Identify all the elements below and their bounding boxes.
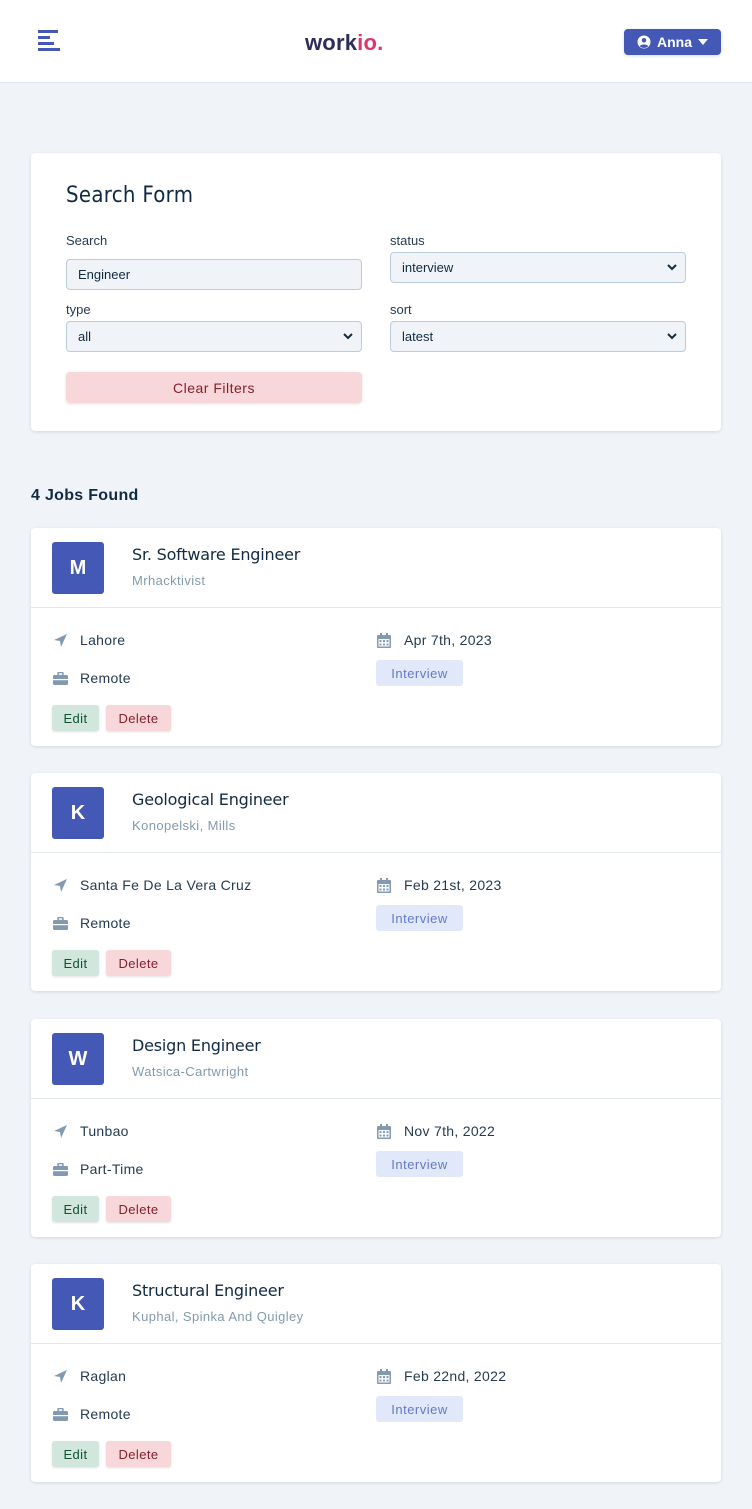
- briefcase-icon: [52, 1407, 68, 1421]
- company-avatar: W: [52, 1033, 104, 1085]
- job-card-header: M Sr. Software Engineer Mrhacktivist: [31, 528, 721, 608]
- job-card: K Geological Engineer Konopelski, Mills …: [31, 773, 721, 991]
- sidebar-toggle-button[interactable]: [38, 30, 64, 54]
- job-location: Raglan: [52, 1368, 126, 1384]
- calendar-icon: [377, 877, 391, 893]
- location-arrow-icon: [53, 633, 67, 647]
- chevron-down-icon: [343, 333, 353, 340]
- sort-select-value: latest: [402, 329, 434, 344]
- job-card: W Design Engineer Watsica-Cartwright Tun…: [31, 1019, 721, 1237]
- job-company: Watsica-Cartwright: [132, 1064, 249, 1079]
- form-title: Search Form: [66, 183, 194, 208]
- job-company: Mrhacktivist: [132, 573, 206, 588]
- status-select[interactable]: interview: [390, 252, 686, 283]
- job-location: Santa Fe De La Vera Cruz: [52, 877, 251, 893]
- status-badge: Interview: [376, 1151, 463, 1177]
- job-position: Design Engineer: [132, 1036, 261, 1055]
- job-card-header: K Geological Engineer Konopelski, Mills: [31, 773, 721, 853]
- job-position: Structural Engineer: [132, 1281, 284, 1300]
- calendar-icon: [377, 1368, 391, 1384]
- delete-button[interactable]: Delete: [106, 705, 171, 731]
- type-label: type: [66, 302, 91, 317]
- job-company: Kuphal, Spinka And Quigley: [132, 1309, 304, 1324]
- chevron-down-icon: [667, 333, 677, 340]
- company-avatar: K: [52, 1278, 104, 1330]
- edit-button[interactable]: Edit: [52, 705, 99, 731]
- location-arrow-icon: [53, 1124, 67, 1138]
- company-avatar: M: [52, 542, 104, 594]
- job-date: Apr 7th, 2023: [376, 632, 492, 648]
- status-badge: Interview: [376, 660, 463, 686]
- job-location: Tunbao: [52, 1123, 129, 1139]
- user-menu-button[interactable]: Anna: [624, 29, 721, 55]
- type-select[interactable]: all: [66, 321, 362, 352]
- edit-button[interactable]: Edit: [52, 1441, 99, 1467]
- job-type: Remote: [52, 1406, 131, 1422]
- status-badge: Interview: [376, 905, 463, 931]
- job-card-header: W Design Engineer Watsica-Cartwright: [31, 1019, 721, 1099]
- logo: workio.: [305, 30, 384, 55]
- jobs-count-heading: 4 Jobs Found: [31, 487, 139, 504]
- status-select-value: interview: [402, 260, 454, 275]
- job-type: Part-Time: [52, 1161, 144, 1177]
- job-position: Geological Engineer: [132, 790, 289, 809]
- caret-down-icon: [698, 39, 708, 45]
- search-input-value: Engineer: [78, 267, 131, 282]
- type-select-value: all: [78, 329, 92, 344]
- delete-button[interactable]: Delete: [106, 1196, 171, 1222]
- job-location: Lahore: [52, 632, 125, 648]
- status-badge: Interview: [376, 1396, 463, 1422]
- company-avatar: K: [52, 787, 104, 839]
- search-label: Search: [66, 233, 108, 248]
- delete-button[interactable]: Delete: [106, 1441, 171, 1467]
- job-position: Sr. Software Engineer: [132, 545, 301, 564]
- search-form: Search Form Search Engineer status inter…: [31, 153, 721, 431]
- calendar-icon: [377, 1123, 391, 1139]
- chevron-down-icon: [667, 264, 677, 271]
- job-date: Feb 22nd, 2022: [376, 1368, 506, 1384]
- calendar-icon: [377, 632, 391, 648]
- delete-button[interactable]: Delete: [106, 950, 171, 976]
- job-type: Remote: [52, 670, 131, 686]
- menu-icon: [38, 30, 60, 51]
- sort-select[interactable]: latest: [390, 321, 686, 352]
- location-arrow-icon: [53, 878, 67, 892]
- user-circle-icon: [637, 35, 651, 49]
- navbar: workio. Anna: [0, 0, 752, 83]
- search-input[interactable]: Engineer: [66, 259, 362, 290]
- edit-button[interactable]: Edit: [52, 1196, 99, 1222]
- job-company: Konopelski, Mills: [132, 818, 236, 833]
- status-label: status: [390, 233, 425, 248]
- edit-button[interactable]: Edit: [52, 950, 99, 976]
- sort-label: sort: [390, 302, 412, 317]
- job-card: M Sr. Software Engineer Mrhacktivist Lah…: [31, 528, 721, 746]
- briefcase-icon: [52, 1162, 68, 1176]
- job-type: Remote: [52, 915, 131, 931]
- job-date: Nov 7th, 2022: [376, 1123, 495, 1139]
- briefcase-icon: [52, 671, 68, 685]
- location-arrow-icon: [53, 1369, 67, 1383]
- job-card: K Structural Engineer Kuphal, Spinka And…: [31, 1264, 721, 1482]
- job-card-header: K Structural Engineer Kuphal, Spinka And…: [31, 1264, 721, 1344]
- briefcase-icon: [52, 916, 68, 930]
- clear-filters-button[interactable]: Clear Filters: [66, 372, 362, 403]
- user-name: Anna: [657, 34, 692, 50]
- job-date: Feb 21st, 2023: [376, 877, 502, 893]
